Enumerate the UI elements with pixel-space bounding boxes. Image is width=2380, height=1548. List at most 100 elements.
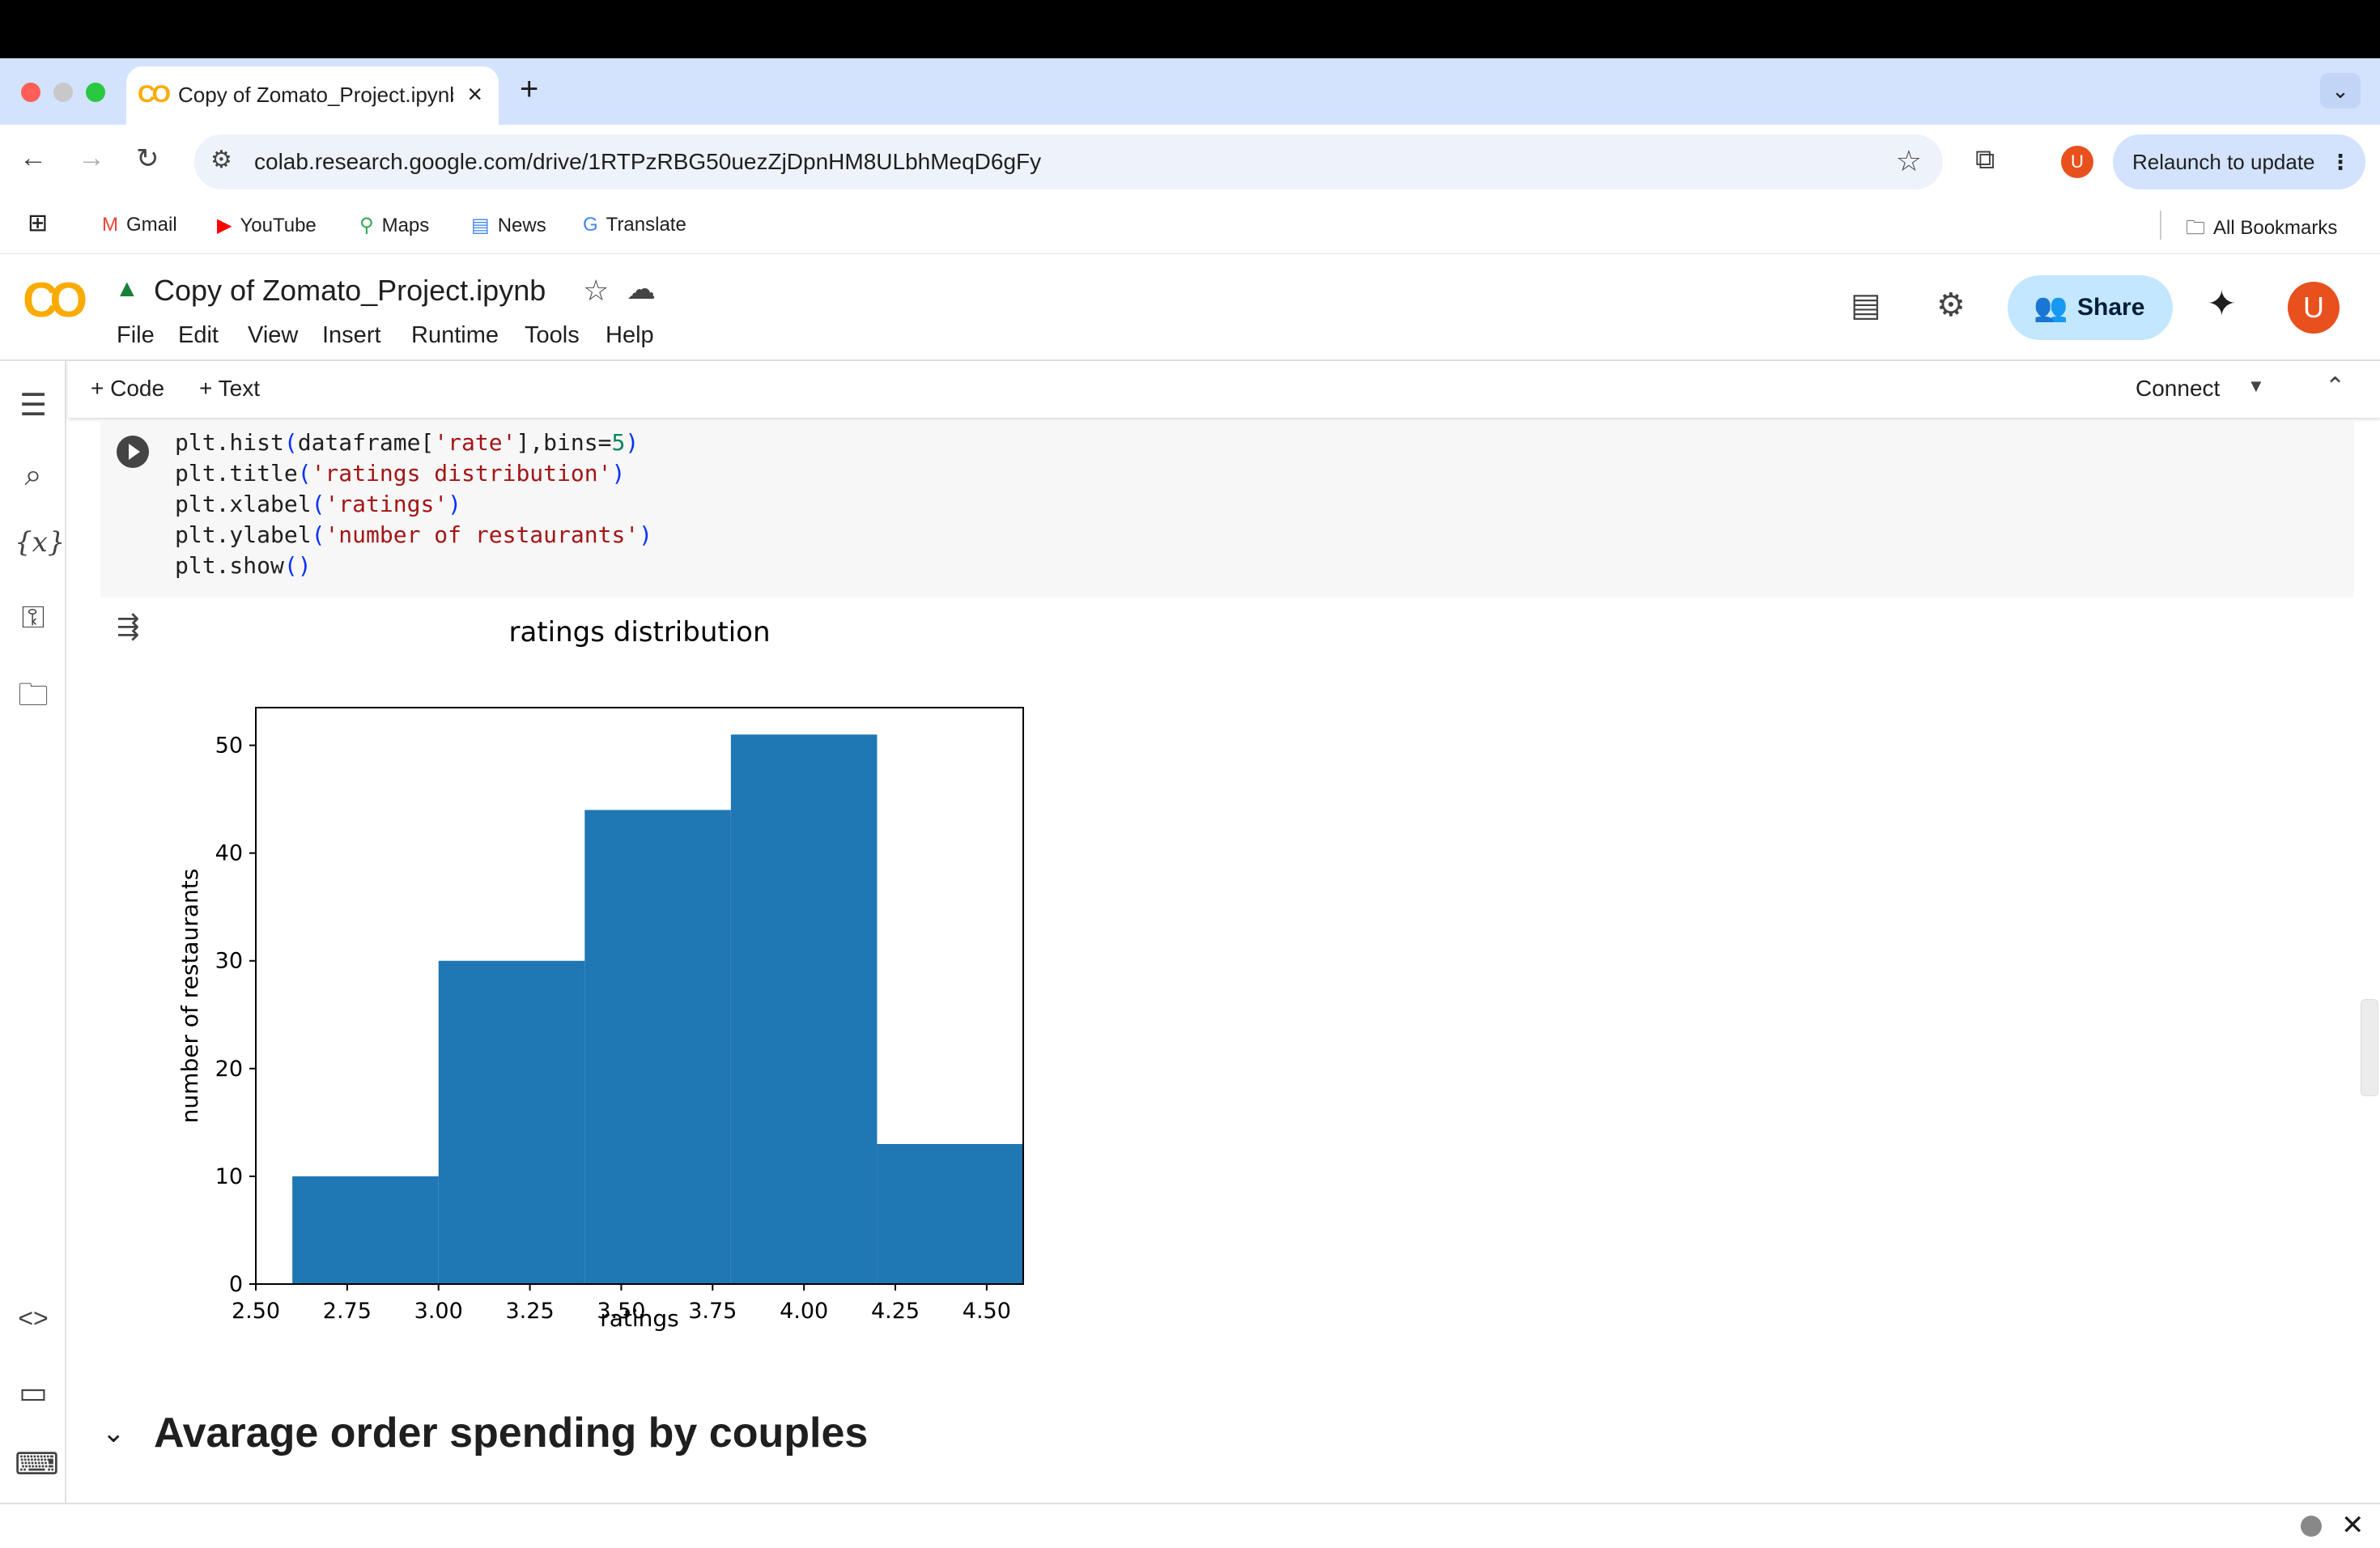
new-tab-button[interactable]: + xyxy=(520,71,538,108)
menu-file[interactable]: File xyxy=(117,322,155,349)
os-top-bar xyxy=(0,0,2380,58)
translate-icon: G xyxy=(583,214,598,236)
extensions-icon[interactable]: ⧉ xyxy=(1975,144,1995,176)
y-tick-label: 50 xyxy=(215,734,243,759)
menu-help[interactable]: Help xyxy=(606,322,654,349)
bookmark-youtube[interactable]: ▶ YouTube xyxy=(217,214,317,237)
settings-gear-icon[interactable]: ⚙ xyxy=(1936,287,1966,324)
histogram-bar xyxy=(438,960,585,1284)
x-tick-label: 3.00 xyxy=(414,1299,463,1324)
y-tick-label: 10 xyxy=(215,1164,243,1189)
table-of-contents-icon[interactable]: ☰ xyxy=(15,387,52,423)
close-status-icon[interactable]: ✕ xyxy=(2341,1509,2365,1542)
notebook-title[interactable]: Copy of Zomato_Project.ipynb xyxy=(154,274,546,308)
cloud-saved-icon[interactable]: ☁ xyxy=(627,272,656,306)
chart-title: ratings distribution xyxy=(509,616,771,649)
y-tick-label: 20 xyxy=(215,1057,243,1082)
y-tick-label: 0 xyxy=(229,1272,243,1297)
maximize-window-button[interactable] xyxy=(86,83,105,102)
all-bookmarks-button[interactable]: 🗀 All Bookmarks xyxy=(2186,214,2337,247)
bookmarks-divider xyxy=(2160,211,2161,240)
add-code-cell-button[interactable]: + Code xyxy=(91,376,164,402)
maps-pin-icon: ⚲ xyxy=(359,215,374,236)
histogram-bar xyxy=(730,734,878,1284)
code-line: plt.xlabel('ratings') xyxy=(175,491,462,517)
x-axis-label: ratings xyxy=(600,1305,679,1332)
gemini-sparkle-icon[interactable]: ✦ xyxy=(2207,283,2237,325)
reload-icon[interactable]: ↻ xyxy=(136,142,159,175)
run-cell-button[interactable] xyxy=(117,436,149,468)
add-text-cell-button[interactable]: + Text xyxy=(199,376,260,402)
menu-tools[interactable]: Tools xyxy=(525,322,580,349)
share-button[interactable]: 👥 Share xyxy=(2008,275,2173,340)
code-line: plt.show() xyxy=(175,552,312,579)
url-text[interactable]: colab.research.google.com/drive/1RTPzRBG… xyxy=(254,149,1041,175)
google-drive-icon[interactable]: ▲ xyxy=(115,275,139,303)
address-bar[interactable]: ⚙ colab.research.google.com/drive/1RTPzR… xyxy=(194,134,1943,189)
menu-insert[interactable]: Insert xyxy=(322,322,381,349)
x-tick-label: 3.25 xyxy=(506,1299,555,1324)
menu-edit[interactable]: Edit xyxy=(178,322,219,349)
close-window-button[interactable] xyxy=(21,83,40,102)
star-notebook-icon[interactable]: ☆ xyxy=(583,274,609,308)
files-folder-icon[interactable]: 🗀 xyxy=(15,672,52,725)
gmail-icon: M xyxy=(102,214,118,236)
comments-icon[interactable]: ▤ xyxy=(1851,287,1881,324)
x-tick-label: 4.25 xyxy=(871,1299,920,1324)
forward-icon[interactable]: → xyxy=(78,142,105,174)
minimize-window-button[interactable] xyxy=(53,83,73,102)
bookmark-star-icon[interactable]: ☆ xyxy=(1896,144,1922,178)
bookmark-gmail[interactable]: M Gmail xyxy=(102,214,177,236)
collapse-header-icon[interactable]: ⌃ xyxy=(2325,372,2345,401)
code-line: plt.ylabel('number of restaurants') xyxy=(175,521,653,548)
user-avatar[interactable]: U xyxy=(2288,282,2340,334)
histogram-bar xyxy=(292,1176,439,1284)
apps-grid-icon[interactable]: ⊞ xyxy=(28,209,48,237)
youtube-icon: ▶ xyxy=(217,215,232,236)
section-collapse-chevron-icon[interactable]: ⌄ xyxy=(102,1417,125,1449)
histogram-bar xyxy=(877,1143,1023,1284)
people-icon: 👥 xyxy=(2034,292,2068,323)
bookmark-maps[interactable]: ⚲ Maps xyxy=(359,214,429,237)
browser-menu-icon[interactable]: ⋮ xyxy=(2330,134,2351,189)
close-tab-icon[interactable]: × xyxy=(467,79,482,109)
browser-profile-avatar[interactable]: U xyxy=(2061,146,2093,178)
menu-runtime[interactable]: Runtime xyxy=(411,322,499,349)
connect-button[interactable]: Connect xyxy=(2136,376,2220,402)
site-info-icon[interactable]: ⚙ xyxy=(210,146,232,174)
variables-icon[interactable]: {x} xyxy=(15,526,65,559)
folder-icon: 🗀 xyxy=(2186,217,2205,239)
x-tick-label: 4.50 xyxy=(963,1299,1011,1324)
colab-favicon-icon: CO xyxy=(138,81,171,108)
command-palette-icon[interactable]: ▭ xyxy=(15,1375,52,1411)
tab-title: Copy of Zomato_Project.ipynb xyxy=(178,83,453,107)
menu-view[interactable]: View xyxy=(248,322,298,349)
output-actions-icon[interactable]: ⇶ xyxy=(117,610,140,643)
colab-logo-icon[interactable]: CO xyxy=(23,272,87,328)
secrets-key-icon[interactable]: ⚿ xyxy=(15,601,52,636)
tab-search-button[interactable]: ⌄ xyxy=(2320,73,2361,108)
runtime-status-dot[interactable] xyxy=(2301,1516,2322,1537)
find-replace-icon[interactable]: ⌕ xyxy=(15,458,52,493)
y-tick-label: 30 xyxy=(215,949,243,974)
news-icon: ▤ xyxy=(471,215,490,236)
code-snippets-icon[interactable]: <> xyxy=(15,1303,52,1333)
back-icon[interactable]: ← xyxy=(19,142,47,174)
histogram-chart: 2.50 2.75 3.00 3.25 3.50 3.75 4.00 4.25 4.500102… xyxy=(176,616,1024,1332)
status-bar xyxy=(0,1503,2380,1548)
code-editor[interactable]: plt.hist(dataframe['rate'],bins=5) plt.ti… xyxy=(175,427,652,581)
bookmark-translate[interactable]: G Translate xyxy=(583,214,686,236)
scrollbar-thumb[interactable] xyxy=(2361,999,2378,1096)
terminal-icon[interactable]: ⌨ xyxy=(15,1446,59,1482)
bookmark-news[interactable]: ▤ News xyxy=(471,214,546,237)
connect-dropdown-icon[interactable]: ▼ xyxy=(2247,376,2265,397)
cell-toolbar xyxy=(68,361,2380,418)
histogram-bar xyxy=(584,810,731,1284)
code-line: plt.title('ratings distribution') xyxy=(175,460,626,487)
x-tick-label: 2.75 xyxy=(323,1299,372,1324)
code-line: plt.hist(dataframe['rate'],bins=5) xyxy=(175,429,640,456)
y-tick-label: 40 xyxy=(215,841,243,866)
relaunch-to-update-button[interactable]: Relaunch to update ⋮ xyxy=(2113,134,2365,189)
browser-tab-active[interactable]: CO Copy of Zomato_Project.ipynb × xyxy=(126,66,499,125)
x-tick-label: 2.50 xyxy=(232,1299,280,1324)
